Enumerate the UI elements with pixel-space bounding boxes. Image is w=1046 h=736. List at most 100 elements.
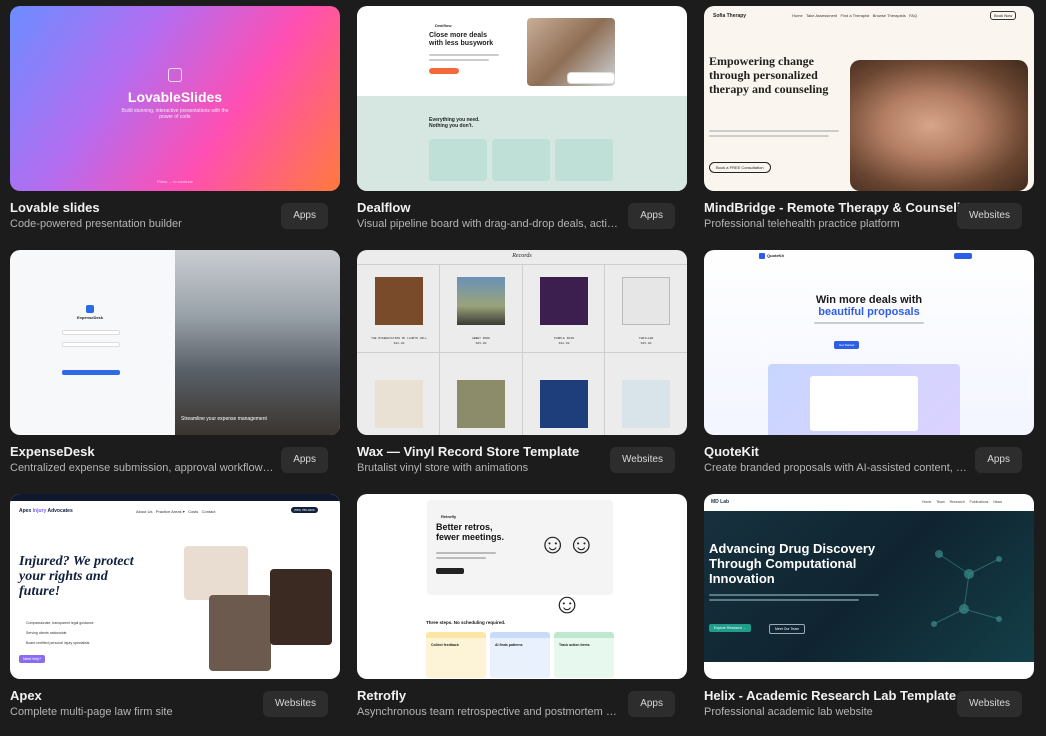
template-card-mindbridge[interactable]: Sofia Therapy Home Take Assessment Find … [704, 6, 1034, 238]
template-card-lovable-slides[interactable]: LovableSlides Build stunning, interactiv… [10, 6, 340, 238]
cta-button [429, 68, 459, 74]
album-cover [540, 380, 588, 428]
book-now-button: Book Now [990, 11, 1017, 20]
thumbnail[interactable]: LovableSlides Build stunning, interactiv… [10, 6, 340, 191]
thumb-brand: ExpenseDesk [76, 315, 103, 320]
thumb-footer: Press → to continue [156, 179, 194, 184]
template-card-dealflow[interactable]: Dealflow Close more deals with less busy… [357, 6, 687, 238]
card-description: Code-powered presentation builder [10, 218, 182, 230]
card-title[interactable]: Apex [10, 688, 280, 703]
thumbnail[interactable]: Retrofly Better retros, fewer meetings. … [357, 494, 687, 679]
card-description: Professional telehealth practice platfor… [704, 218, 900, 230]
thumbnail[interactable]: Records THE MISEDUCATION OF LAURYN HILL … [357, 250, 687, 435]
template-card-apex[interactable]: Apex Injury Advocates About Us Practice … [10, 494, 340, 726]
category-tag[interactable]: Apps [281, 203, 328, 229]
thumb-headline: Empowering change through personalized t… [709, 54, 829, 96]
card-title[interactable]: QuoteKit [704, 444, 974, 459]
hero-photo: Streamline your expense management [175, 250, 340, 435]
card-title[interactable]: Wax — Vinyl Record Store Template [357, 444, 627, 459]
card-description: Professional academic lab website [704, 706, 873, 718]
category-tag[interactable]: Websites [263, 691, 328, 717]
thumb-headline: Close more deals with less busywork [429, 32, 494, 47]
thumb-logo: LovableSlides [127, 89, 223, 105]
card-title[interactable]: Dealflow [357, 200, 627, 215]
bullet-item: Board certified personal injury speciali… [26, 641, 90, 645]
record-price: $35.00 [640, 342, 652, 345]
hero-photo [850, 60, 1028, 191]
card-title[interactable]: ExpenseDesk [10, 444, 280, 459]
thumb-brand: Sofia Therapy [713, 13, 747, 19]
thumb-brand: MD Lab [711, 499, 730, 505]
bullet-item: Compassionate, transparent legal guidanc… [26, 621, 94, 625]
thumb-headline: Win more deals with [815, 294, 923, 306]
consultation-button: Book a FREE Consultation [709, 162, 771, 173]
step-card-title: Track action items [559, 643, 590, 647]
section-heading: Everything you need. Nothing you don't. [429, 117, 480, 129]
thumbnail[interactable]: Sofia Therapy Home Take Assessment Find … [704, 6, 1034, 191]
card-title[interactable]: Retrofly [357, 688, 627, 703]
card-description: Complete multi-page law firm site [10, 706, 173, 718]
logo-icon [86, 305, 94, 313]
template-card-expensedesk[interactable]: ExpenseDesk Streamline your expense mana… [10, 250, 340, 482]
thumbnail[interactable]: ExpenseDesk Streamline your expense mana… [10, 250, 340, 435]
record-title: PURPLE RAIN [554, 337, 574, 340]
meet-team-button: Meet Our Team [769, 624, 806, 634]
thumbnail[interactable]: QuoteKit Win more deals with beautiful p… [704, 250, 1034, 435]
need-help-button: Need help? [19, 655, 45, 663]
template-card-wax[interactable]: Records THE MISEDUCATION OF LAURYN HILL … [357, 250, 687, 482]
template-card-retrofly[interactable]: Retrofly Better retros, fewer meetings. … [357, 494, 687, 726]
card-title[interactable]: MindBridge - Remote Therapy & Counseli… [704, 200, 974, 215]
record-title: THE MISEDUCATION OF LAURYN HILL [371, 337, 427, 340]
category-tag[interactable]: Apps [975, 447, 1022, 473]
person-photo [184, 546, 248, 600]
thumbnail[interactable]: Apex Injury Advocates About Us Practice … [10, 494, 340, 679]
template-card-quotekit[interactable]: QuoteKit Win more deals with beautiful p… [704, 250, 1034, 482]
thumb-headline: Advancing Drug Discovery Through Computa… [709, 541, 876, 586]
steps-heading: Three steps. No scheduling required. [426, 620, 506, 625]
logo-icon [759, 253, 765, 259]
card-description: Centralized expense submission, approval… [10, 462, 274, 474]
thumbnail[interactable]: MD Lab Home Team Research Publications N… [704, 494, 1034, 679]
category-tag[interactable]: Websites [957, 691, 1022, 717]
card-title[interactable]: Helix - Academic Research Lab Template [704, 688, 974, 703]
phone-button: (555) 789-0200 [291, 507, 318, 513]
thumb-brand: QuoteKit [767, 253, 784, 258]
record-price: $32.00 [558, 342, 570, 345]
card-description: Create branded proposals with AI-assiste… [704, 462, 967, 474]
category-tag[interactable]: Websites [610, 447, 675, 473]
features-section: Everything you need. Nothing you don't. [357, 96, 687, 191]
person-photo [270, 569, 332, 645]
explore-research-button: Explore Research → [709, 624, 752, 632]
template-grid: LovableSlides Build stunning, interactiv… [0, 0, 1046, 736]
record-title: ABBEY ROAD [471, 337, 490, 340]
category-tag[interactable]: Websites [957, 203, 1022, 229]
record-title: THRILLER [638, 337, 654, 340]
thumb-nav: Home Take Assessment Find a Therapist Br… [792, 13, 918, 18]
thumb-brand: Apex Injury Advocates [19, 508, 73, 514]
category-tag[interactable]: Apps [281, 447, 328, 473]
card-description: Asynchronous team retrospective and post… [357, 706, 617, 718]
record-price: $35.00 [475, 342, 487, 345]
thumb-headline: Injured? We protect your rights and futu… [19, 554, 134, 599]
person-photo [209, 595, 271, 671]
thumbnail[interactable]: Dealflow Close more deals with less busy… [357, 6, 687, 191]
album-cover [457, 380, 505, 428]
album-cover [622, 380, 670, 428]
photo-caption: Streamline your expense management [181, 416, 267, 422]
logo-icon [168, 68, 182, 82]
molecule-graphic [919, 534, 1019, 634]
thumb-nav: Home Team Research Publications News [922, 500, 1003, 504]
category-tag[interactable]: Apps [628, 691, 675, 717]
album-cover [375, 277, 423, 325]
thumb-brand: Dealflow [435, 23, 452, 28]
get-started-button: Get Started [834, 341, 860, 349]
card-description: Visual pipeline board with drag-and-drop… [357, 218, 618, 230]
step-card-title: Collect feedback [431, 643, 459, 647]
album-cover [457, 277, 505, 325]
thumb-nav: About Us Practice Areas ▾ Costs Contact [136, 509, 216, 514]
category-tag[interactable]: Apps [628, 203, 675, 229]
template-card-helix[interactable]: MD Lab Home Team Research Publications N… [704, 494, 1034, 726]
step-card-title: AI finds patterns [495, 643, 523, 647]
card-title[interactable]: Lovable slides [10, 200, 280, 215]
thumb-tagline: Build stunning, interactive presentation… [121, 108, 229, 120]
